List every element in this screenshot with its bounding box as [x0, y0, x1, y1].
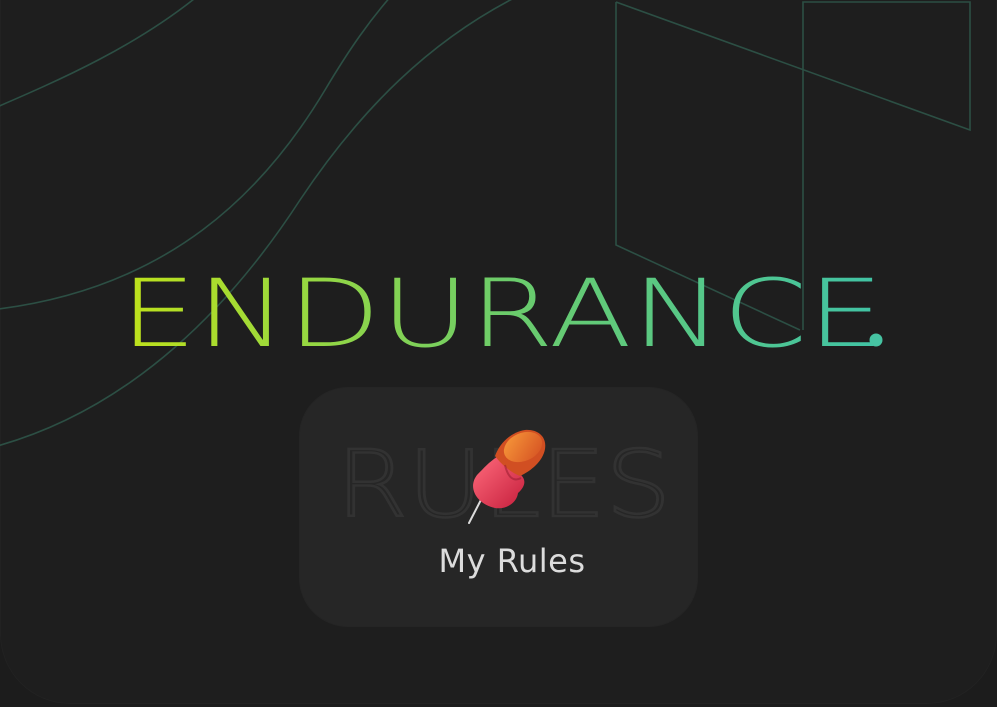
app-screen: ENDURANCE RULES My Rules: [0, 0, 997, 707]
logo-dot-icon: [869, 333, 883, 347]
my-rules-label: My Rules: [438, 542, 586, 580]
pushpin-icon: [468, 429, 546, 524]
brand-title: ENDURANCE: [120, 260, 884, 369]
